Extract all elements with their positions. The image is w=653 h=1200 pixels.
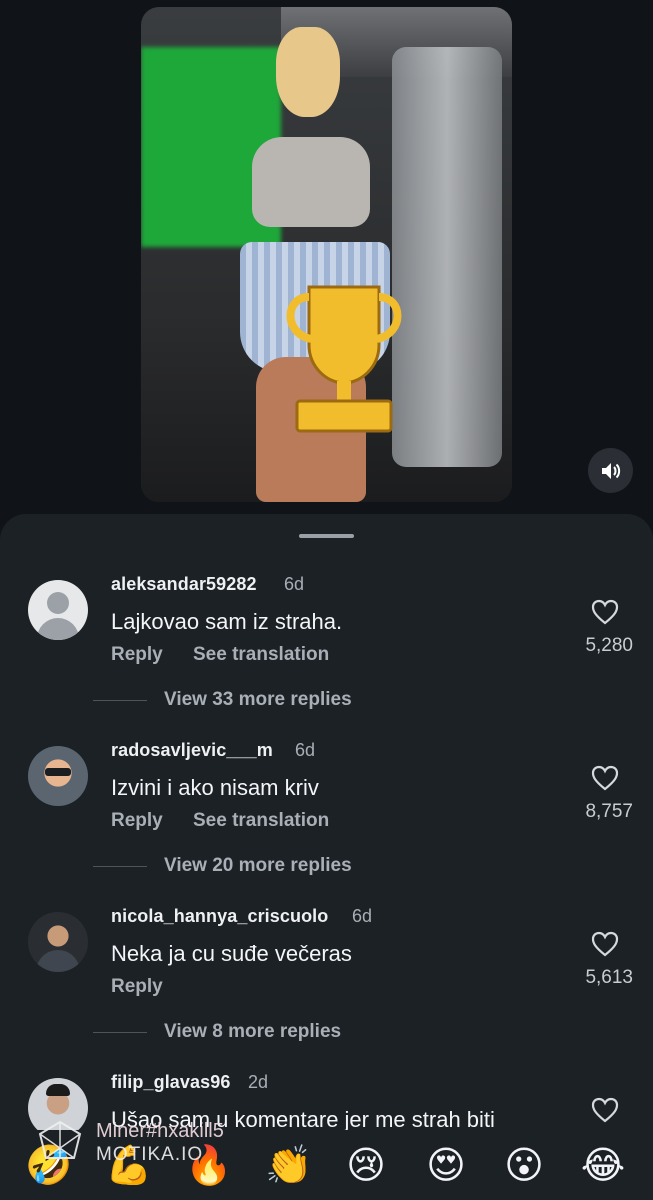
trophy-icon <box>286 285 402 433</box>
watermark-site: MOTIKA.IO <box>96 1144 204 1165</box>
comment-text: Lajkovao sam iz straha. <box>111 609 343 634</box>
comment-item: nicola_hannya_criscuolo 6d Neka ja cu su… <box>0 904 653 1070</box>
heart-icon[interactable] <box>591 931 619 957</box>
comment-username[interactable]: aleksandar59282 <box>111 574 257 595</box>
view-more-replies[interactable]: View 20 more replies <box>164 855 352 877</box>
replies-divider <box>93 700 147 701</box>
comment-username[interactable]: nicola_hannya_criscuolo <box>111 906 328 927</box>
drag-handle[interactable] <box>299 534 354 538</box>
emoji-heart-eyes[interactable]: 😍 <box>423 1142 469 1188</box>
emoji-crying[interactable]: 😢 <box>343 1142 389 1188</box>
comment-text: Izvini i ako nisam kriv <box>111 775 319 800</box>
comment-item: radosavljevic___m 6d Izvini i ako nisam … <box>0 738 653 904</box>
reply-button[interactable]: Reply <box>111 810 163 832</box>
reply-button[interactable]: Reply <box>111 644 163 666</box>
see-translation-button[interactable]: See translation <box>193 810 329 832</box>
view-more-replies[interactable]: View 8 more replies <box>164 1021 341 1043</box>
comment-item: aleksandar59282 6d Lajkovao sam iz strah… <box>0 572 653 738</box>
replies-divider <box>93 866 147 867</box>
volume-button[interactable] <box>588 448 633 493</box>
comment-username[interactable]: filip_glavas96 <box>111 1072 230 1093</box>
video-player[interactable] <box>141 7 512 502</box>
like-count: 5,613 <box>585 967 633 988</box>
watermark-text: Miner#hxakill5 <box>96 1120 224 1142</box>
heart-icon[interactable] <box>591 765 619 791</box>
reply-button[interactable]: Reply <box>111 976 163 998</box>
comments-sheet[interactable]: aleksandar59282 6d Lajkovao sam iz strah… <box>0 514 653 1200</box>
replies-divider <box>93 1032 147 1033</box>
watermark: Miner#hxakill5 MOTIKA.IO <box>34 1118 274 1168</box>
comment-time: 2d <box>248 1072 269 1092</box>
emoji-joy[interactable]: 😂 <box>580 1142 626 1188</box>
like-count: 5,280 <box>585 635 633 656</box>
comment-username[interactable]: radosavljevic___m <box>111 740 273 761</box>
view-more-replies[interactable]: View 33 more replies <box>164 689 352 711</box>
heart-icon[interactable] <box>591 1097 619 1123</box>
comment-text: Neka ja cu suđe večeras <box>111 941 352 966</box>
see-translation-button[interactable]: See translation <box>193 644 329 666</box>
emoji-surprised[interactable]: 😮 <box>501 1142 547 1188</box>
heart-icon[interactable] <box>591 599 619 625</box>
avatar[interactable] <box>28 580 88 640</box>
avatar[interactable] <box>28 746 88 806</box>
comment-time: 6d <box>352 906 373 926</box>
comment-time: 6d <box>295 740 316 760</box>
speaker-icon <box>601 462 620 479</box>
like-count: 8,757 <box>585 801 633 822</box>
avatar[interactable] <box>28 912 88 972</box>
comment-time: 6d <box>284 574 305 594</box>
watermark-logo-icon <box>38 1120 82 1159</box>
